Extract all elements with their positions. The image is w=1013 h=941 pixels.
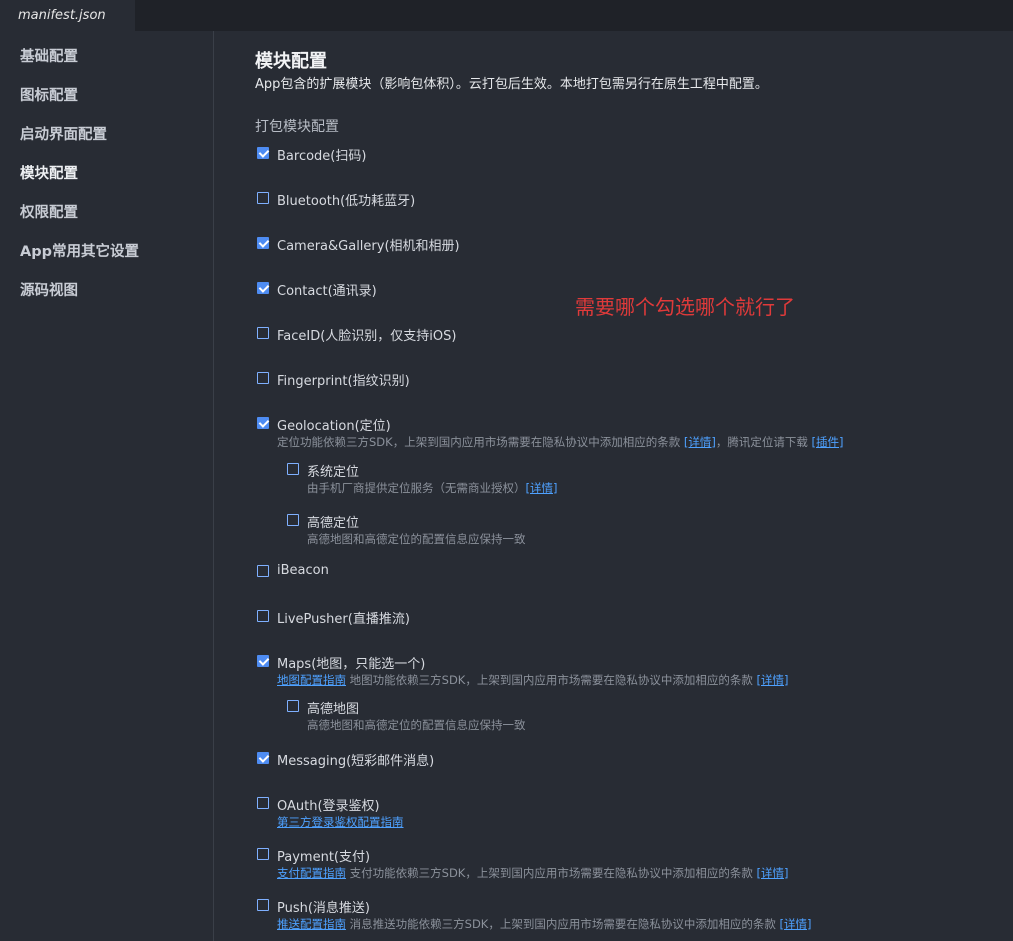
geolocation-note-text2: ，腾讯定位请下载: [715, 435, 808, 449]
tab-bar: manifest.json: [0, 0, 1013, 31]
system-location-label[interactable]: 系统定位: [307, 461, 359, 480]
geolocation-details-link[interactable]: [详情]: [684, 435, 716, 449]
system-location-checkbox[interactable]: [287, 463, 299, 475]
amap-location-label[interactable]: 高德定位: [307, 512, 359, 531]
payment-note-text: 支付功能依赖三方SDK，上架到国内应用市场需要在隐私协议中添加相应的条款: [346, 866, 753, 880]
page-description: App包含的扩展模块（影响包体积）。云打包后生效。本地打包需另行在原生工程中配置…: [255, 77, 768, 92]
amap-location-note: 高德地图和高德定位的配置信息应保持一致: [307, 532, 526, 546]
maps-guide-link[interactable]: 地图配置指南: [277, 673, 346, 687]
contact-checkbox[interactable]: [257, 282, 269, 294]
main-panel: 模块配置 App包含的扩展模块（影响包体积）。云打包后生效。本地打包需另行在原生…: [215, 31, 1013, 941]
fingerprint-label[interactable]: Fingerprint(指纹识别): [277, 370, 410, 389]
amap-location-checkbox[interactable]: [287, 514, 299, 526]
bluetooth-checkbox[interactable]: [257, 192, 269, 204]
push-note-text: 消息推送功能依赖三方SDK，上架到国内应用市场需要在隐私协议中添加相应的条款: [346, 917, 776, 931]
camera-checkbox[interactable]: [257, 237, 269, 249]
sidebar-item-permissions[interactable]: 权限配置: [20, 201, 78, 222]
ibeacon-label[interactable]: iBeacon: [277, 563, 329, 578]
sidebar-item-app-other[interactable]: App常用其它设置: [20, 240, 139, 261]
geolocation-checkbox[interactable]: [257, 417, 269, 429]
oauth-label[interactable]: OAuth(登录鉴权): [277, 795, 380, 814]
maps-checkbox[interactable]: [257, 655, 269, 667]
contact-label[interactable]: Contact(通讯录): [277, 280, 377, 299]
section-title: 打包模块配置: [255, 119, 339, 135]
bluetooth-label[interactable]: Bluetooth(低功耗蓝牙): [277, 190, 415, 209]
amap-maps-checkbox[interactable]: [287, 700, 299, 712]
geolocation-label[interactable]: Geolocation(定位): [277, 415, 391, 434]
payment-note: 支付配置指南 支付功能依赖三方SDK，上架到国内应用市场需要在隐私协议中添加相应…: [277, 865, 789, 881]
geolocation-plugin-link[interactable]: [插件]: [812, 435, 844, 449]
push-checkbox[interactable]: [257, 899, 269, 911]
ibeacon-checkbox[interactable]: [257, 565, 269, 577]
push-details-link[interactable]: [详情]: [780, 917, 812, 931]
maps-note: 地图配置指南 地图功能依赖三方SDK，上架到国内应用市场需要在隐私协议中添加相应…: [277, 672, 789, 688]
oauth-checkbox[interactable]: [257, 797, 269, 809]
maps-details-link[interactable]: [详情]: [757, 673, 789, 687]
push-guide-link[interactable]: 推送配置指南: [277, 917, 346, 931]
fingerprint-checkbox[interactable]: [257, 372, 269, 384]
oauth-note: 第三方登录鉴权配置指南: [277, 814, 404, 830]
sidebar-item-splash[interactable]: 启动界面配置: [20, 123, 107, 144]
sidebar-item-source[interactable]: 源码视图: [20, 279, 78, 300]
sidebar-item-modules[interactable]: 模块配置: [20, 162, 78, 183]
messaging-checkbox[interactable]: [257, 752, 269, 764]
payment-checkbox[interactable]: [257, 848, 269, 860]
system-location-details-link[interactable]: [详情]: [526, 481, 558, 495]
sidebar-item-basic[interactable]: 基础配置: [20, 45, 78, 66]
geolocation-note-text: 定位功能依赖三方SDK，上架到国内应用市场需要在隐私协议中添加相应的条款: [277, 435, 681, 449]
messaging-label[interactable]: Messaging(短彩邮件消息): [277, 750, 434, 769]
payment-guide-link[interactable]: 支付配置指南: [277, 866, 346, 880]
faceid-checkbox[interactable]: [257, 327, 269, 339]
amap-maps-label[interactable]: 高德地图: [307, 698, 359, 717]
annotation-text: 需要哪个勾选哪个就行了: [575, 295, 795, 319]
sidebar: 基础配置 图标配置 启动界面配置 模块配置 权限配置 App常用其它设置 源码视…: [0, 31, 214, 941]
maps-label[interactable]: Maps(地图，只能选一个): [277, 653, 425, 672]
system-location-note: 由手机厂商提供定位服务（无需商业授权）[详情]: [307, 480, 557, 496]
maps-note-text: 地图功能依赖三方SDK，上架到国内应用市场需要在隐私协议中添加相应的条款: [346, 673, 753, 687]
livepusher-checkbox[interactable]: [257, 610, 269, 622]
livepusher-label[interactable]: LivePusher(直播推流): [277, 608, 410, 627]
payment-label[interactable]: Payment(支付): [277, 846, 370, 865]
page-title: 模块配置: [255, 51, 327, 72]
geolocation-note: 定位功能依赖三方SDK，上架到国内应用市场需要在隐私协议中添加相应的条款 [详情…: [277, 434, 843, 450]
tab-manifest-json[interactable]: manifest.json: [0, 0, 135, 31]
system-location-note-text: 由手机厂商提供定位服务（无需商业授权）: [307, 481, 526, 495]
camera-label[interactable]: Camera&Gallery(相机和相册): [277, 235, 460, 254]
barcode-checkbox[interactable]: [257, 147, 269, 159]
sidebar-item-icon[interactable]: 图标配置: [20, 84, 78, 105]
tab-title: manifest.json: [18, 8, 106, 23]
push-label[interactable]: Push(消息推送): [277, 897, 370, 916]
amap-maps-note: 高德地图和高德定位的配置信息应保持一致: [307, 718, 526, 732]
push-note: 推送配置指南 消息推送功能依赖三方SDK，上架到国内应用市场需要在隐私协议中添加…: [277, 916, 812, 932]
payment-details-link[interactable]: [详情]: [757, 866, 789, 880]
oauth-guide-link[interactable]: 第三方登录鉴权配置指南: [277, 815, 404, 829]
faceid-label[interactable]: FaceID(人脸识别，仅支持iOS): [277, 325, 456, 344]
barcode-label[interactable]: Barcode(扫码): [277, 145, 366, 164]
